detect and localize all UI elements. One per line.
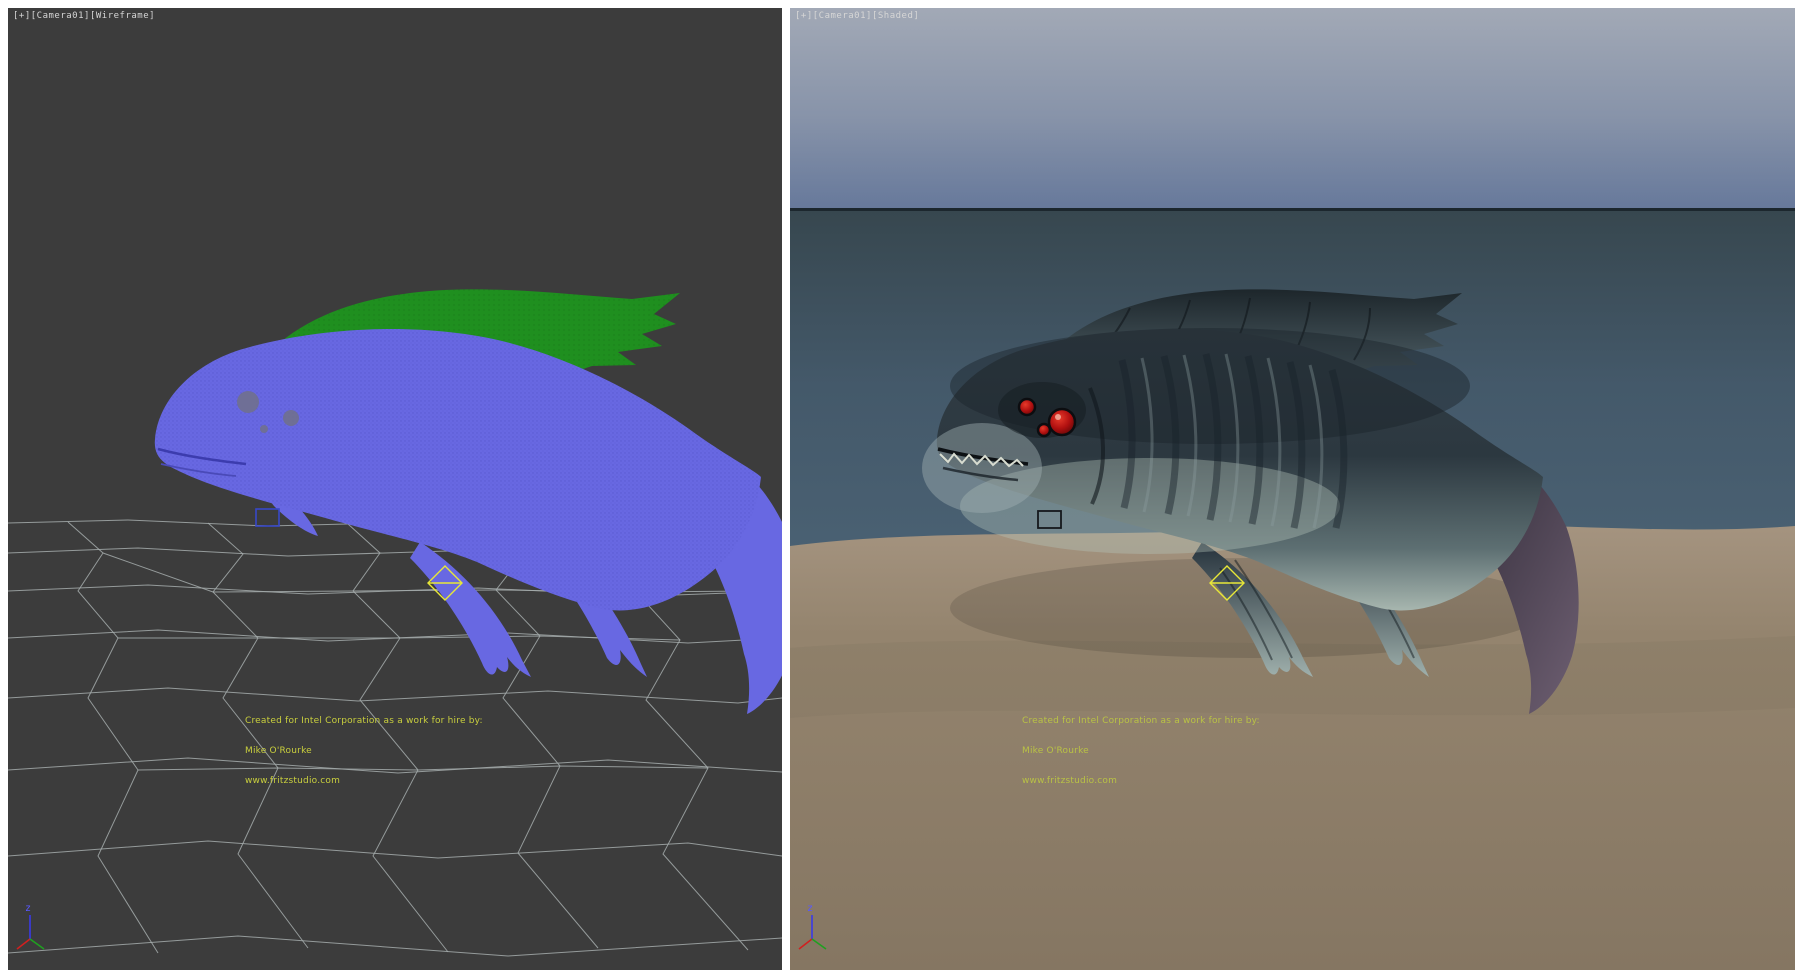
fish-eye-large <box>1049 409 1075 435</box>
sky-background <box>790 8 1795 208</box>
viewport-label-shaded[interactable]: [+][Camera01][Shaded] <box>795 11 919 21</box>
credit-line-3: www.fritzstudio.com <box>1022 776 1260 786</box>
shaded-scene-canvas[interactable]: z <box>790 8 1795 970</box>
fish-eye-small <box>283 410 299 426</box>
world-axis-icon: z <box>17 903 44 949</box>
axis-z-label: z <box>25 903 31 914</box>
credit-line-1: Created for Intel Corporation as a work … <box>1022 716 1260 726</box>
wireframe-texture <box>155 329 761 610</box>
horizon-line <box>790 208 1795 211</box>
viewport-shaded[interactable]: [+][Camera01][Shaded] <box>790 8 1795 970</box>
credit-line-1: Created for Intel Corporation as a work … <box>245 716 483 726</box>
credit-line-2: Mike O'Rourke <box>1022 746 1260 756</box>
wireframe-scene-canvas[interactable]: z <box>8 8 782 970</box>
bone-helper-box[interactable] <box>256 509 279 526</box>
fish-eye-small <box>1019 399 1035 415</box>
credit-line-2: Mike O'Rourke <box>245 746 483 756</box>
scene-credit-text: Created for Intel Corporation as a work … <box>245 696 483 806</box>
fish-model-wireframe[interactable] <box>155 329 782 714</box>
eye-highlight <box>1055 414 1061 420</box>
fish-eye-dot <box>260 425 268 433</box>
credit-line-3: www.fritzstudio.com <box>245 776 483 786</box>
viewport-label-wireframe[interactable]: [+][Camera01][Wireframe] <box>13 11 155 21</box>
fish-eye-large <box>237 391 259 413</box>
head-highlight <box>922 423 1042 513</box>
axis-z-label: z <box>807 903 813 914</box>
scene-credit-text: Created for Intel Corporation as a work … <box>1022 696 1260 806</box>
viewport-wireframe[interactable]: [+][Camera01][Wireframe] <box>8 8 782 970</box>
fish-eye-dot <box>1038 424 1050 436</box>
